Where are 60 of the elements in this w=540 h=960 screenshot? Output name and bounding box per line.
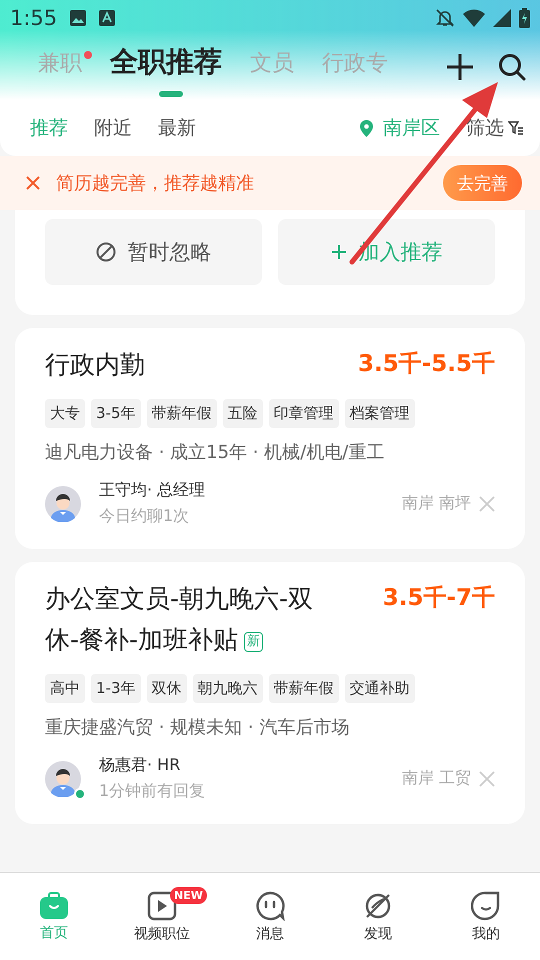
job-tag: 档案管理 xyxy=(344,399,414,428)
job-tag: 朝九晚六 xyxy=(192,674,262,703)
recruiter-name: 王守均· 总经理 xyxy=(99,480,206,501)
close-icon[interactable] xyxy=(26,176,40,190)
chat-icon xyxy=(255,890,285,920)
avatar xyxy=(45,760,81,796)
job-tag: 交通补助 xyxy=(344,674,414,703)
job-tag: 双休 xyxy=(146,674,186,703)
new-badge: 新 xyxy=(244,632,264,652)
company-info: 重庆捷盛汽贸 · 规模未知 · 汽车后市场 xyxy=(45,716,350,739)
job-tag: 带薪年假 xyxy=(268,674,338,703)
job-title: 办公室文员-朝九晚六-双休-餐补-加班补贴 新 xyxy=(45,583,314,656)
salary: 3.5千-5.5千 xyxy=(358,350,495,379)
filter-tab[interactable]: 最新 xyxy=(158,115,196,141)
filter-button[interactable]: 筛选 xyxy=(466,115,524,141)
ignore-button[interactable]: 暂时忽略 xyxy=(45,219,262,285)
recruiter-activity: 1分钟前有回复 xyxy=(99,781,206,802)
job-tag: 3-5年 xyxy=(91,399,140,428)
nav-tab[interactable]: NEW 视频职位 xyxy=(108,873,216,960)
wifi-icon xyxy=(463,9,485,27)
battery-icon xyxy=(519,8,530,28)
search-icon[interactable] xyxy=(498,53,526,81)
recruiter-activity: 今日约聊1次 xyxy=(99,506,190,527)
mute-icon xyxy=(435,8,455,28)
job-tag: 五险 xyxy=(222,399,262,428)
dismiss-icon[interactable] xyxy=(479,770,495,786)
job-tag: 大专 xyxy=(45,399,85,428)
location-pin-icon xyxy=(360,120,373,136)
nav-tab[interactable]: 我的 xyxy=(432,873,540,960)
status-time: 1:55 xyxy=(10,6,58,30)
add-icon[interactable] xyxy=(446,53,474,81)
video-icon xyxy=(147,890,177,920)
signal-icon xyxy=(493,9,511,27)
job-tag: 1-3年 xyxy=(91,674,140,703)
job-title: 行政内勤 xyxy=(45,349,145,381)
job-tag: 带薪年假 xyxy=(146,399,216,428)
new-badge: NEW xyxy=(170,887,207,904)
banner-text: 简历越完善，推荐越精准 xyxy=(56,172,254,195)
job-tag: 高中 xyxy=(45,674,85,703)
briefcase-icon xyxy=(39,892,69,920)
dismiss-icon[interactable] xyxy=(479,496,495,512)
filter-tab[interactable]: 附近 xyxy=(94,115,132,141)
job-card[interactable]: 行政内勤 3.5千-5.5千 大专 3-5年 带薪年假 五险 印章管理 档案管理 迪凡电力设备 · 成立15年 · 机械/机电/重工 王守均· 总经理 今日约聊1次 南岸 南坪 xyxy=(15,328,525,549)
job-tag: 印章管理 xyxy=(268,399,338,428)
filter-icon xyxy=(508,120,524,136)
plus-icon xyxy=(330,244,346,260)
company-info: 迪凡电力设备 · 成立15年 · 机械/机电/重工 xyxy=(45,441,386,464)
nav-tab[interactable]: 消息 xyxy=(216,873,324,960)
job-area: 南岸 工贸 xyxy=(402,768,471,789)
recruiter-name: 杨惠君· HR xyxy=(99,755,182,776)
avatar xyxy=(45,486,81,522)
salary: 3.5千-7千 xyxy=(382,584,495,613)
app-icon xyxy=(99,10,116,26)
nav-tab[interactable]: 发现 xyxy=(324,873,432,960)
smile-icon xyxy=(471,890,501,920)
ban-icon xyxy=(96,242,116,262)
image-icon xyxy=(69,9,88,27)
category-tab[interactable]: 全职推荐 xyxy=(110,37,232,97)
job-card[interactable]: 办公室文员-朝九晚六-双休-餐补-加班补贴 新 3.5千-7千 高中 1-3年 双休 朝九晚六 带薪年假 交通补助 重庆捷盛汽贸 · 规模未知 · 汽车后市场 杨惠君· HR 1分钟前有回复 南岸 工贸 xyxy=(15,562,525,824)
job-area: 南岸 南坪 xyxy=(402,493,471,514)
